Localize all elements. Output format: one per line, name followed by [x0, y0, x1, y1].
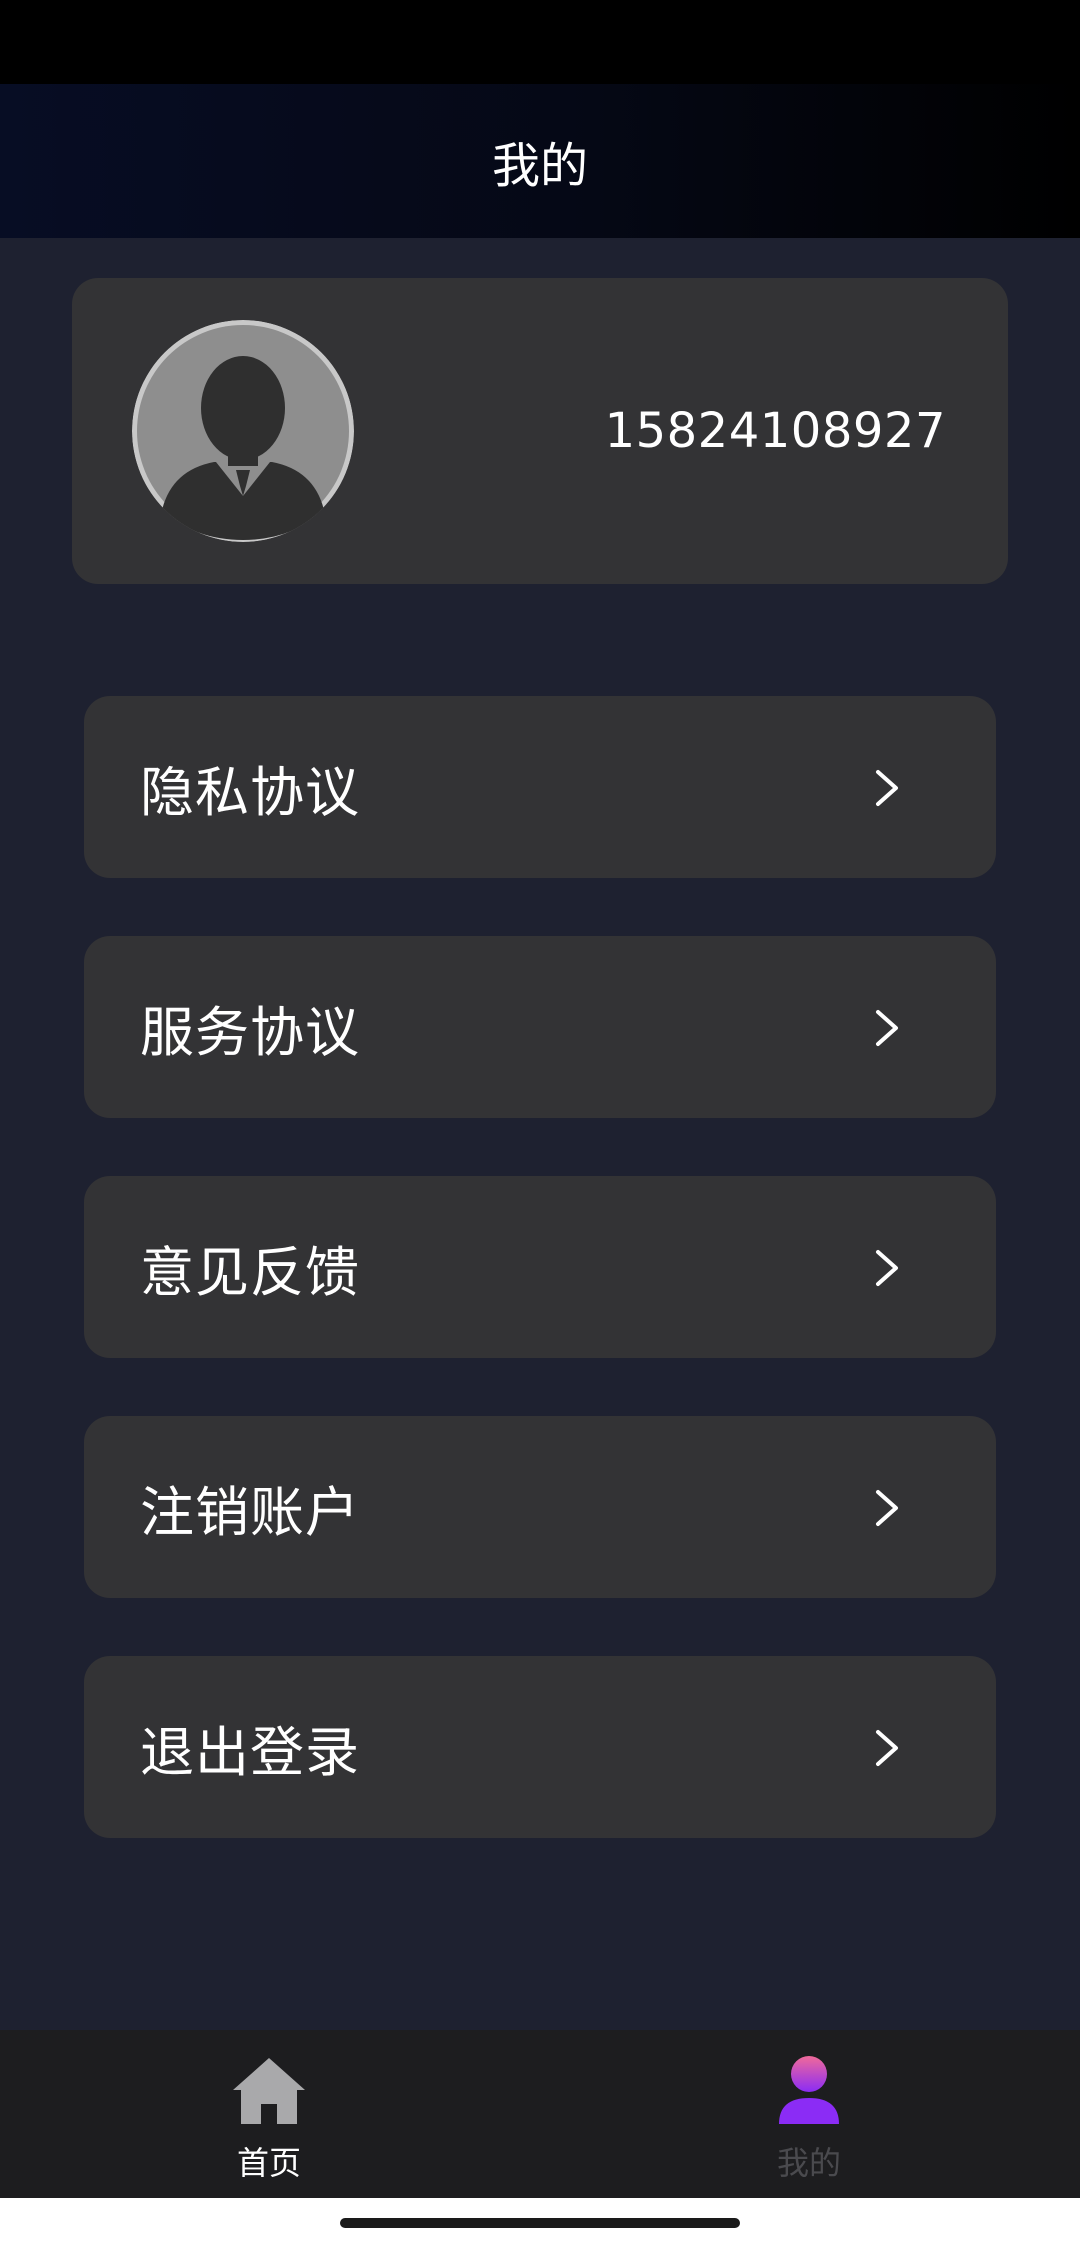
menu-item-delete-account[interactable]: 注销账户 — [84, 1416, 996, 1598]
menu-item-label: 意见反馈 — [140, 1240, 360, 1304]
menu-item-privacy-agreement[interactable]: 隐私协议 — [84, 696, 996, 878]
menu-item-service-agreement[interactable]: 服务协议 — [84, 936, 996, 1118]
user-icon — [779, 2056, 839, 2124]
system-gesture-area — [0, 2198, 1080, 2244]
page-title: 我的 — [491, 138, 588, 194]
tab-label: 我的 — [776, 2144, 841, 2182]
menu-item-logout[interactable]: 退出登录 — [84, 1656, 996, 1838]
phone-number: 15824108927 — [604, 403, 946, 459]
menu-item-label: 退出登录 — [140, 1720, 360, 1784]
settings-menu: 隐私协议 服务协议 意见反馈 注销账户 退出登录 — [84, 696, 996, 1896]
tab-label: 首页 — [236, 2144, 301, 2182]
chevron-right-icon — [876, 1250, 898, 1286]
main-content: 15824108927 隐私协议 服务协议 意见反馈 注销账户 退出登录 — [0, 238, 1080, 2030]
bottom-tab-bar: 首页 我的 — [0, 2030, 1080, 2198]
home-indicator[interactable] — [340, 2218, 740, 2228]
home-icon — [233, 2058, 305, 2124]
chevron-right-icon — [876, 770, 898, 806]
chevron-right-icon — [876, 1730, 898, 1766]
menu-item-feedback[interactable]: 意见反馈 — [84, 1176, 996, 1358]
menu-item-label: 注销账户 — [140, 1480, 360, 1544]
menu-item-label: 服务协议 — [140, 1000, 360, 1064]
profile-card[interactable]: 15824108927 — [72, 278, 1008, 584]
default-user-avatar-icon[interactable] — [132, 320, 354, 542]
tab-mine[interactable]: 我的 — [709, 2030, 909, 2198]
status-bar — [0, 0, 1080, 84]
page-header: 我的 — [0, 84, 1080, 238]
chevron-right-icon — [876, 1010, 898, 1046]
tab-home[interactable]: 首页 — [169, 2030, 369, 2198]
menu-item-label: 隐私协议 — [140, 760, 360, 824]
chevron-right-icon — [876, 1490, 898, 1526]
